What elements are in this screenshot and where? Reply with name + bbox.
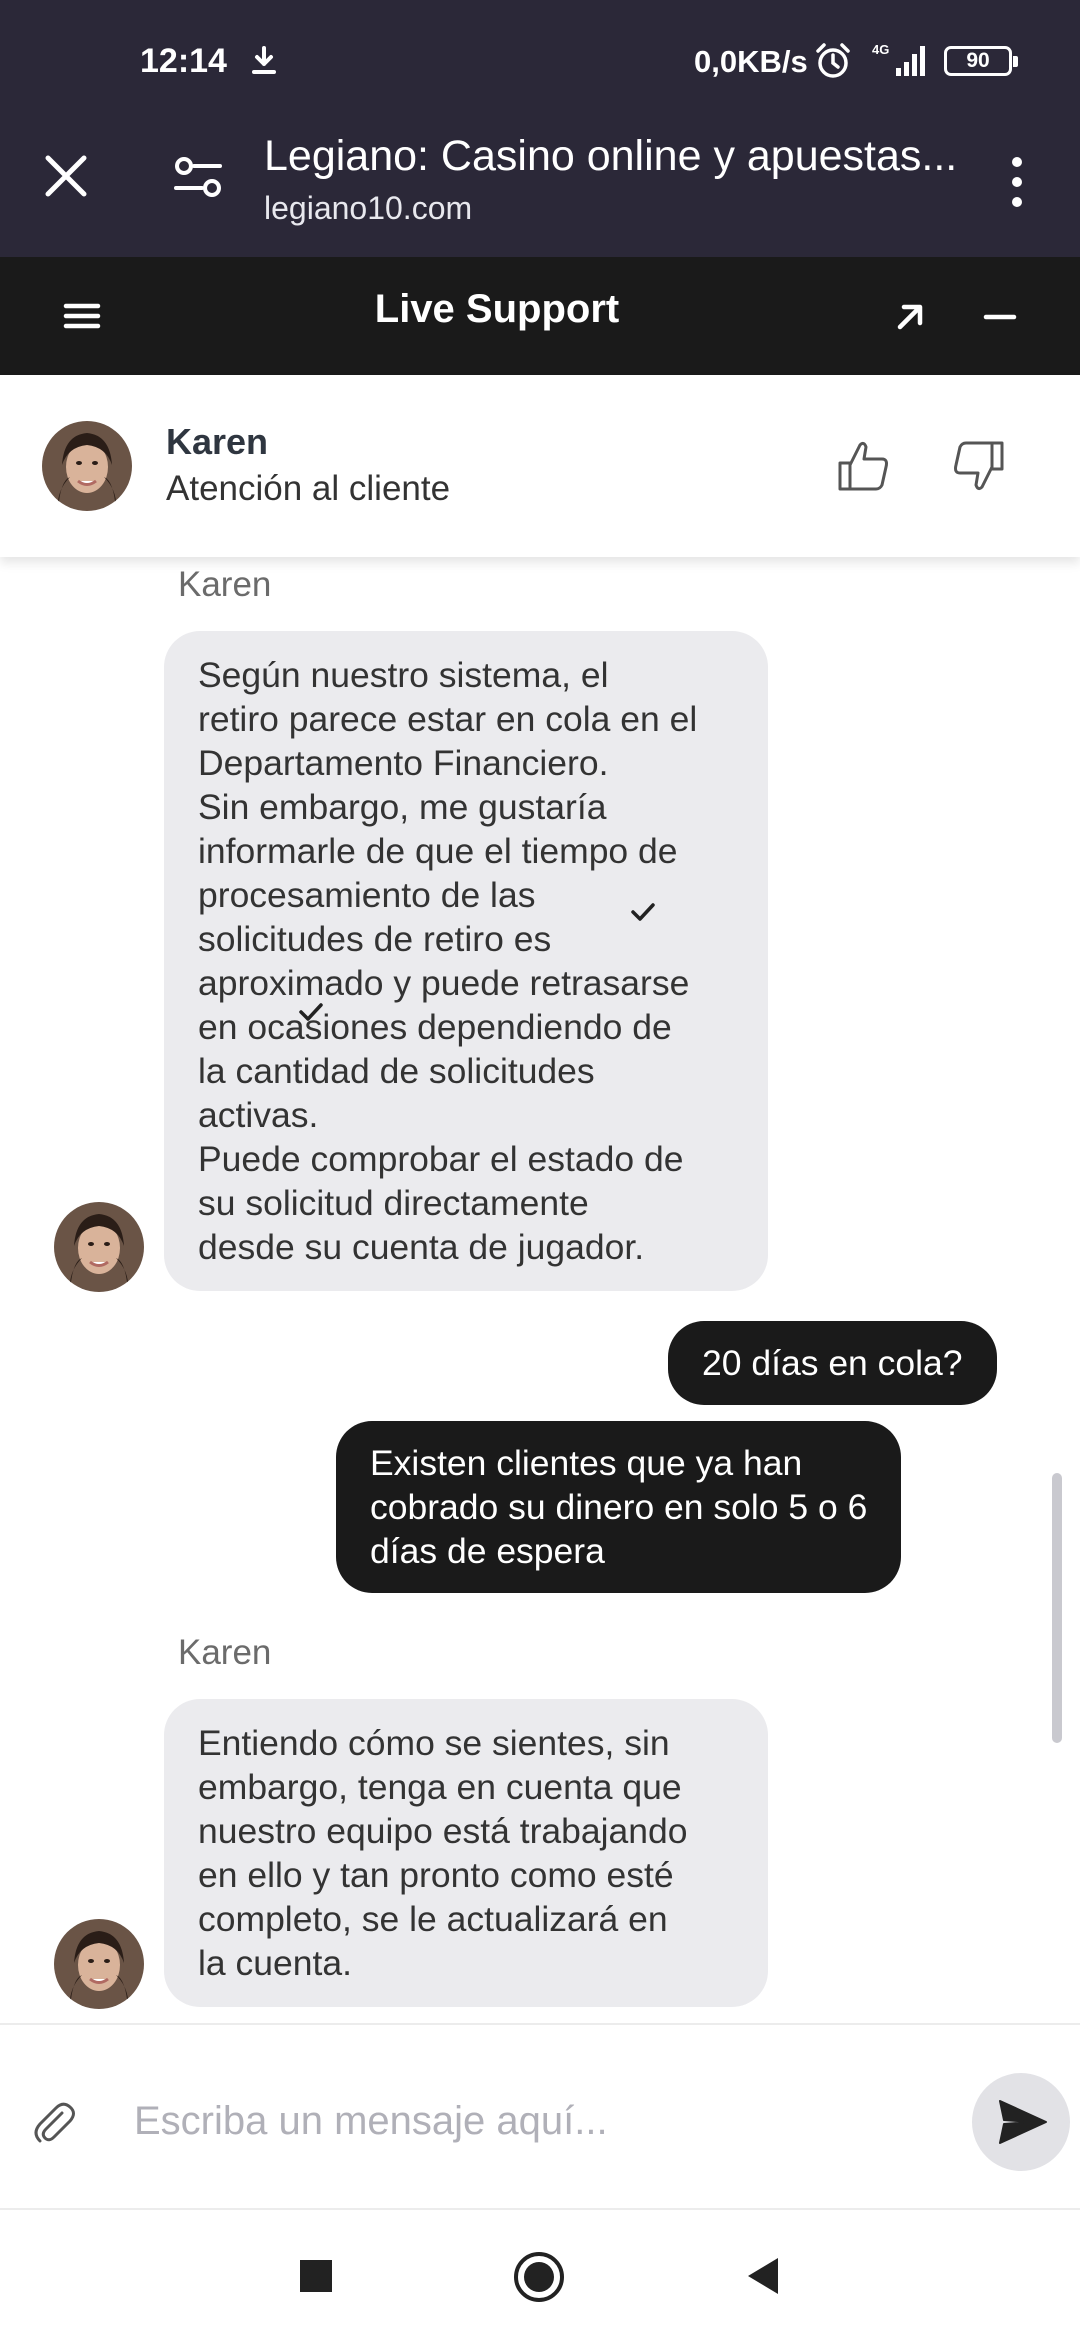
send-button[interactable] xyxy=(972,2073,1070,2171)
outgoing-message: Existen clientes que ya han cobrado su d… xyxy=(336,1421,902,1593)
signal-label: 4G xyxy=(872,42,889,57)
back-button[interactable] xyxy=(742,2254,782,2298)
chat-scrollbar[interactable] xyxy=(1052,1473,1062,1743)
minimize-icon[interactable] xyxy=(980,297,1020,337)
outgoing-message: 20 días en cola? xyxy=(668,1321,997,1405)
status-time: 12:14 xyxy=(140,42,227,80)
tune-icon[interactable] xyxy=(170,152,226,202)
message-line: 20 días en cola? xyxy=(702,1343,963,1383)
status-bar: 12:14 0,0KB/s 4G 90 xyxy=(0,0,1080,124)
signal-icon: 4G xyxy=(872,42,925,76)
agent-card: Karen Atención al cliente xyxy=(0,375,1080,557)
message-line: Existen clientes que ya han xyxy=(370,1443,803,1483)
message-line: retiro parece estar en cola en el xyxy=(198,699,698,739)
live-support-header: Live Support xyxy=(0,257,1080,375)
agent-avatar xyxy=(54,1202,144,1292)
message-line: Puede comprobar el estado de xyxy=(198,1139,684,1179)
message-line: aproximado y puede retrasarse xyxy=(198,963,690,1003)
agent-name: Karen xyxy=(166,421,269,462)
message-line: Departamento Financiero. xyxy=(198,743,609,783)
agent-avatar xyxy=(54,1919,144,2009)
page-url[interactable]: legiano10.com xyxy=(264,190,472,227)
message-line: días de espera xyxy=(370,1531,605,1571)
browser-toolbar: Legiano: Casino online y apuestas... leg… xyxy=(0,124,1080,257)
support-title: Live Support xyxy=(374,287,620,331)
message-line: Según nuestro sistema, el xyxy=(198,655,609,695)
message-line: desde su cuenta de jugador. xyxy=(198,1227,645,1267)
message-line: nuestro equipo está trabajando xyxy=(198,1811,688,1851)
sent-check-icon xyxy=(299,1003,323,1021)
message-line: Entiendo cómo se sientes, sin xyxy=(198,1723,670,1763)
message-line: en ello y tan pronto como esté xyxy=(198,1855,674,1895)
thumbs-down-icon[interactable] xyxy=(950,437,1006,495)
chat-transcript[interactable]: Karen Según nuestro sistema, el retiro p… xyxy=(0,557,1080,2023)
message-line: activas. xyxy=(198,1095,319,1135)
agent-role: Atención al cliente xyxy=(166,469,451,508)
message-sender: Karen xyxy=(178,1633,272,1672)
system-nav-bar xyxy=(0,2210,1080,2340)
network-speed: 0,0KB/s xyxy=(694,44,808,79)
message-line: su solicitud directamente xyxy=(198,1183,589,1223)
message-line: embargo, tenga en cuenta que xyxy=(198,1767,682,1807)
message-line: cobrado su dinero en solo 5 o 6 xyxy=(370,1487,868,1527)
incoming-message: Entiendo cómo se sientes, sin embargo, t… xyxy=(164,1699,768,2007)
send-icon xyxy=(999,2100,1047,2144)
message-line: informarle de que el tiempo de xyxy=(198,831,678,871)
sent-check-icon xyxy=(631,903,655,921)
thumbs-up-icon[interactable] xyxy=(836,437,892,495)
incoming-message: Según nuestro sistema, el retiro parece … xyxy=(164,631,768,1291)
message-line: en ocasiones dependiendo de xyxy=(198,1007,672,1047)
message-input[interactable] xyxy=(134,2081,934,2161)
battery-indicator: 90 xyxy=(944,46,1018,76)
recent-apps-button[interactable] xyxy=(300,2260,332,2292)
message-sender: Karen xyxy=(178,565,272,604)
message-composer xyxy=(0,2023,1080,2210)
message-line: Sin embargo, me gustaría xyxy=(198,787,607,827)
home-button[interactable] xyxy=(512,2250,566,2304)
alarm-icon xyxy=(816,43,850,78)
message-line: la cuenta. xyxy=(198,1943,352,1983)
more-vert-icon[interactable] xyxy=(1002,152,1032,212)
message-line: completo, se le actualizará en xyxy=(198,1899,668,1939)
message-line: la cantidad de solicitudes xyxy=(198,1051,595,1091)
agent-avatar xyxy=(42,421,132,511)
download-icon xyxy=(252,46,276,74)
paperclip-icon[interactable] xyxy=(32,2099,76,2147)
page-title: Legiano: Casino online y apuestas... xyxy=(264,132,958,180)
message-line: solicitudes de retiro es xyxy=(198,919,552,959)
close-icon[interactable] xyxy=(38,148,94,204)
arrow-expand-icon[interactable] xyxy=(890,297,930,337)
